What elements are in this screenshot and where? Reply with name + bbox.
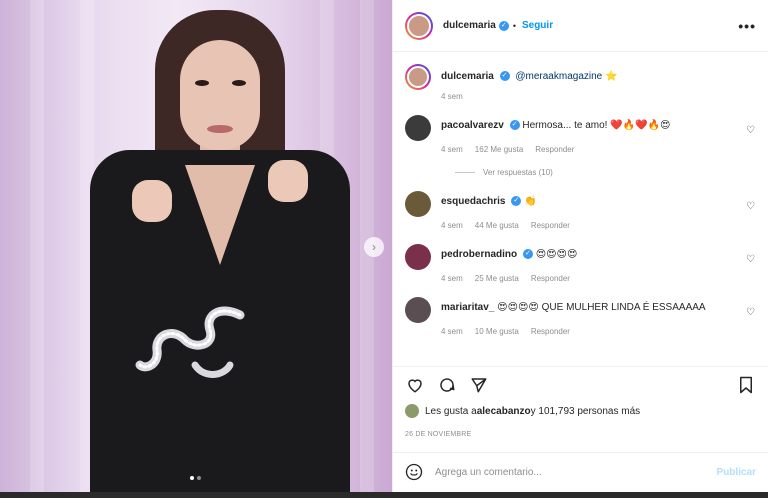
like-comment-icon[interactable]: ♡ (746, 307, 756, 318)
comment-content: 👏 (524, 196, 537, 207)
snake-brooch (135, 306, 245, 378)
comment-time: 4 sem (441, 145, 463, 154)
face (180, 40, 260, 150)
eye (232, 80, 246, 86)
comments-list: dulcemaria ✓ @meraakmagazine ⭐ 4 sem pac… (393, 64, 768, 336)
post-panel: dulcemaria ✓ • Seguir ••• dulcemaria ✓ @… (392, 0, 768, 498)
woman-figure (60, 0, 350, 498)
publish-button[interactable]: Publicar (717, 467, 756, 478)
comment-username[interactable]: mariaritav_ (441, 302, 494, 313)
caption-time: 4 sem (441, 92, 463, 101)
like-comment-icon[interactable]: ♡ (746, 254, 756, 265)
comment-text: pacoalvarezv ✓ Hermosa... te amo! ❤️🔥❤️🔥… (441, 119, 756, 133)
commenter-avatar[interactable] (405, 244, 431, 270)
likes-suffix[interactable]: y 101,793 personas más (531, 406, 641, 417)
comment-username[interactable]: esquedachris (441, 196, 505, 207)
replies-line (455, 172, 475, 173)
comment-likes[interactable]: 25 Me gusta (475, 274, 519, 283)
verified-icon: ✓ (499, 71, 510, 82)
post-actions (393, 366, 768, 402)
commenter-avatar[interactable] (405, 191, 431, 217)
commenter-avatar[interactable] (405, 115, 431, 141)
commenter-avatar[interactable] (405, 297, 431, 323)
comment-username[interactable]: pacoalvarezv (441, 120, 504, 131)
author-username[interactable]: dulcemaria (443, 20, 496, 31)
caption-mention[interactable]: @meraakmagazine ⭐ (515, 71, 617, 82)
comment-meta: 4 sem 162 Me gusta Responder (441, 145, 756, 154)
more-options-icon[interactable]: ••• (738, 18, 756, 34)
like-icon[interactable] (405, 375, 425, 395)
post-photo[interactable]: › (0, 0, 392, 498)
like-comment-icon[interactable]: ♡ (746, 125, 756, 136)
author-avatar[interactable] (405, 11, 433, 40)
comment-likes[interactable]: 44 Me gusta (475, 221, 519, 230)
add-comment-bar: Agrega un comentario... Publicar (393, 452, 768, 492)
verified-icon: ✓ (511, 196, 522, 207)
comment-content: Hermosa... te amo! ❤️🔥❤️🔥😍 (522, 120, 671, 131)
verified-icon: ✓ (522, 249, 533, 260)
verified-icon: ✓ (498, 20, 509, 31)
background-strip (0, 492, 768, 498)
reply-button[interactable]: Responder (531, 327, 570, 336)
follow-button[interactable]: Seguir (522, 20, 553, 31)
liker-username[interactable]: alecabanzo (477, 406, 531, 417)
like-comment-icon[interactable]: ♡ (746, 201, 756, 212)
comment-meta: 4 sem 10 Me gusta Responder (441, 327, 756, 336)
comment-time: 4 sem (441, 327, 463, 336)
comment-item: pacoalvarezv ✓ Hermosa... te amo! ❤️🔥❤️🔥… (405, 115, 756, 154)
comment-content: 😍😍😍😍 (535, 249, 578, 260)
reply-button[interactable]: Responder (531, 221, 570, 230)
verified-icon: ✓ (509, 120, 520, 131)
caption-text: dulcemaria ✓ @meraakmagazine ⭐ (441, 70, 756, 84)
comment-item: mariaritav_ 😍😍😍😍 QUE MULHER LINDA É ESSA… (405, 297, 756, 336)
liker-avatar[interactable] (405, 404, 419, 418)
comment-time: 4 sem (441, 274, 463, 283)
comment-meta: 4 sem 25 Me gusta Responder (441, 274, 756, 283)
comment-input[interactable]: Agrega un comentario... (435, 467, 542, 478)
post-modal: › dulcemaria ✓ • Seguir ••• dulcemaria ✓ (0, 0, 768, 498)
view-replies-label[interactable]: Ver respuestas (10) (483, 168, 553, 177)
comment-likes[interactable]: 10 Me gusta (475, 327, 519, 336)
likes-prefix: Les gusta a (425, 405, 477, 417)
share-icon[interactable] (469, 375, 489, 395)
comment-item: esquedachris ✓ 👏 4 sem 44 Me gusta Respo… (405, 191, 756, 230)
eye (195, 80, 209, 86)
reply-button[interactable]: Responder (531, 274, 570, 283)
post-date: 26 DE NOVIEMBRE (405, 431, 472, 438)
caption-username[interactable]: dulcemaria (441, 71, 494, 82)
likes-summary: Les gusta a alecabanzo y 101,793 persona… (405, 404, 640, 418)
reply-button[interactable]: Responder (535, 145, 574, 154)
comment-text: mariaritav_ 😍😍😍😍 QUE MULHER LINDA É ESSA… (441, 301, 756, 315)
emoji-icon[interactable] (405, 463, 423, 483)
left-fist (132, 180, 172, 222)
comment-item: pedrobernadino ✓ 😍😍😍😍 4 sem 25 Me gusta … (405, 244, 756, 283)
next-photo-button[interactable]: › (364, 237, 384, 257)
comment-time: 4 sem (441, 221, 463, 230)
comment-meta: 4 sem 44 Me gusta Responder (441, 221, 756, 230)
curtain-fold (30, 0, 44, 498)
caption-meta: 4 sem (441, 92, 756, 101)
author-avatar[interactable] (405, 64, 431, 90)
lips (207, 125, 233, 133)
comment-username[interactable]: pedrobernadino (441, 249, 517, 260)
caption: dulcemaria ✓ @meraakmagazine ⭐ 4 sem (405, 64, 756, 101)
right-fist (268, 160, 308, 202)
comment-content: 😍😍😍😍 QUE MULHER LINDA É ESSAAAAA (497, 302, 706, 313)
comment-text: esquedachris ✓ 👏 (441, 195, 756, 209)
comment-text: pedrobernadino ✓ 😍😍😍😍 (441, 248, 756, 262)
comment-icon[interactable] (437, 375, 457, 395)
carousel-dots (190, 476, 201, 480)
carousel-dot (190, 476, 194, 480)
carousel-dot (197, 476, 201, 480)
post-header: dulcemaria ✓ • Seguir ••• (393, 0, 768, 52)
comment-likes[interactable]: 162 Me gusta (475, 145, 523, 154)
header-separator: • (512, 20, 516, 31)
view-replies[interactable]: Ver respuestas (10) (455, 168, 756, 177)
save-icon[interactable] (736, 375, 756, 395)
